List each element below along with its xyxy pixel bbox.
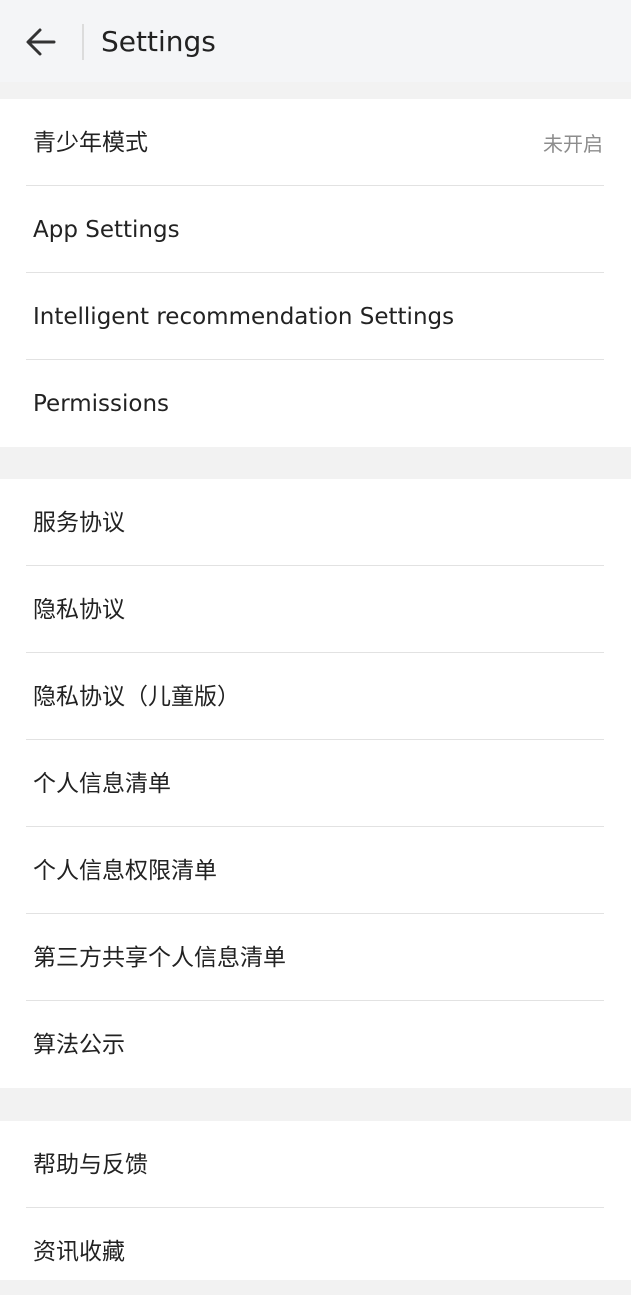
row-label: 青少年模式 <box>33 129 148 156</box>
row-label: Permissions <box>33 390 170 417</box>
row-label: 服务协议 <box>33 509 125 536</box>
row-intelligent-recommendation[interactable]: Intelligent recommendation Settings <box>0 273 631 360</box>
back-button[interactable] <box>16 17 66 67</box>
row-label: 第三方共享个人信息清单 <box>33 944 286 971</box>
row-personal-info-permissions[interactable]: 个人信息权限清单 <box>0 827 631 914</box>
row-label: 隐私协议 <box>33 596 125 623</box>
row-label: 资讯收藏 <box>33 1238 125 1265</box>
row-label: App Settings <box>33 216 180 243</box>
row-label: Intelligent recommendation Settings <box>33 303 455 330</box>
header-divider <box>82 24 84 60</box>
row-privacy-agreement-children[interactable]: 隐私协议（儿童版） <box>0 653 631 740</box>
page-title: Settings <box>101 25 216 58</box>
row-teen-mode[interactable]: 青少年模式 未开启 <box>0 99 631 186</box>
header-bar: Settings <box>0 0 631 82</box>
settings-section-3: 帮助与反馈 资讯收藏 <box>0 1121 631 1280</box>
teen-mode-status: 未开启 <box>543 132 603 156</box>
row-help-feedback[interactable]: 帮助与反馈 <box>0 1121 631 1208</box>
row-label: 算法公示 <box>33 1031 125 1058</box>
settings-section-1: 青少年模式 未开启 App Settings Intelligent recom… <box>0 99 631 447</box>
row-label: 隐私协议（儿童版） <box>33 683 240 710</box>
arrow-left-icon <box>26 28 56 56</box>
row-algorithm-disclosure[interactable]: 算法公示 <box>0 1001 631 1088</box>
row-permissions[interactable]: Permissions <box>0 360 631 447</box>
row-news-favorites[interactable]: 资讯收藏 <box>0 1208 631 1295</box>
row-service-agreement[interactable]: 服务协议 <box>0 479 631 566</box>
row-privacy-agreement[interactable]: 隐私协议 <box>0 566 631 653</box>
row-third-party-sharing[interactable]: 第三方共享个人信息清单 <box>0 914 631 1001</box>
row-app-settings[interactable]: App Settings <box>0 186 631 273</box>
row-label: 个人信息清单 <box>33 770 171 797</box>
row-label: 帮助与反馈 <box>33 1151 148 1178</box>
row-label: 个人信息权限清单 <box>33 857 217 884</box>
settings-section-2: 服务协议 隐私协议 隐私协议（儿童版） 个人信息清单 个人信息权限清单 第三方共… <box>0 479 631 1088</box>
row-personal-info-list[interactable]: 个人信息清单 <box>0 740 631 827</box>
